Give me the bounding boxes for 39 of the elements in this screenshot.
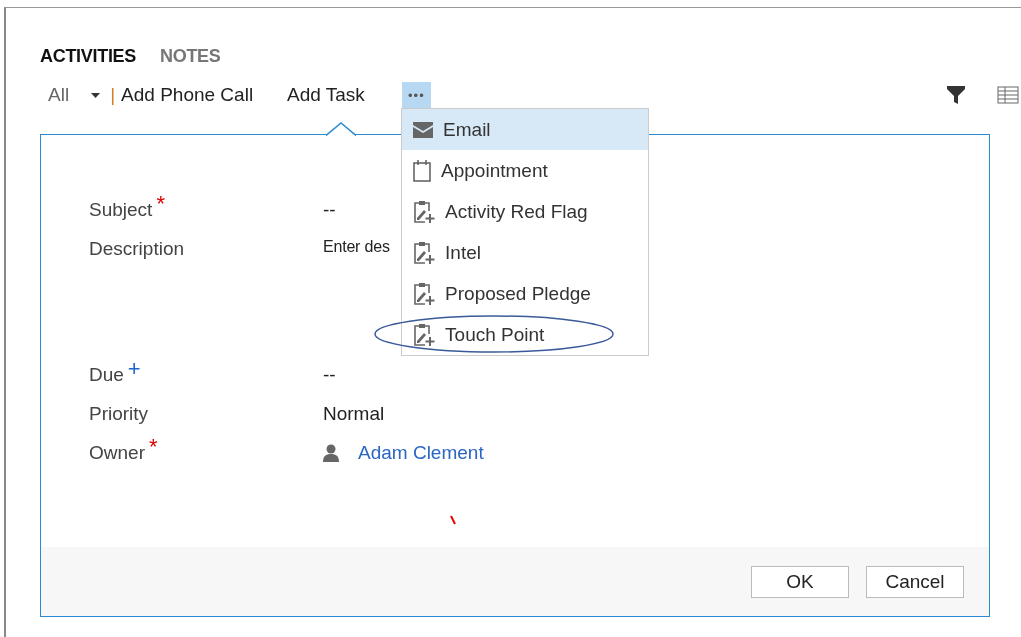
required-marker: +: [127, 357, 141, 380]
field-value[interactable]: --: [323, 363, 336, 386]
clipboard-plus-icon: [413, 199, 436, 224]
field-value[interactable]: --: [323, 198, 336, 221]
dialog-button[interactable]: OK: [751, 565, 849, 598]
field-value[interactable]: Normal: [323, 402, 385, 425]
pen-mark: [450, 515, 456, 525]
menu-item[interactable]: Appointment: [402, 150, 649, 191]
clipboard-plus-icon: [413, 281, 436, 306]
dialog-button[interactable]: Cancel: [866, 565, 964, 598]
field-value[interactable]: Enter des: [323, 238, 390, 256]
clipboard-plus-icon: [413, 240, 436, 265]
field-label: Due: [89, 363, 124, 386]
person-icon: [323, 443, 339, 462]
filter-icon[interactable]: [947, 86, 965, 104]
field-label: Description: [89, 238, 185, 260]
menu-item[interactable]: Email: [402, 109, 649, 150]
view-selector[interactable]: All: [48, 84, 70, 106]
tab[interactable]: ACTIVITIES: [40, 46, 136, 76]
tab[interactable]: NOTES: [160, 46, 221, 76]
owner-link[interactable]: Adam Clement: [358, 441, 484, 464]
caret-icon[interactable]: [91, 92, 101, 98]
menu-item[interactable]: Touch Point: [402, 314, 649, 355]
menu-item[interactable]: Activity Red Flag: [402, 191, 649, 232]
required-marker: *: [156, 192, 165, 215]
calendar-icon: [413, 159, 432, 182]
list-view-icon[interactable]: [997, 86, 1019, 104]
field-label: Subject: [89, 198, 153, 221]
menu-item[interactable]: Intel: [402, 232, 649, 273]
more-button[interactable]: •••: [402, 82, 431, 108]
separator-label: |: [110, 84, 116, 106]
toolbar-action[interactable]: Add Task: [287, 84, 403, 106]
toolbar-action[interactable]: Add Phone Call: [121, 84, 288, 106]
field-label: Priority: [89, 402, 149, 425]
required-marker: *: [148, 435, 158, 458]
menu-item[interactable]: Proposed Pledge: [402, 273, 649, 314]
field-label: Owner: [89, 441, 145, 464]
clipboard-plus-icon: [413, 322, 436, 347]
envelope-icon: [413, 121, 434, 138]
